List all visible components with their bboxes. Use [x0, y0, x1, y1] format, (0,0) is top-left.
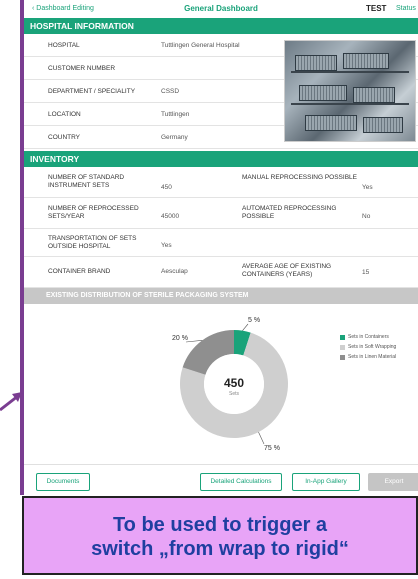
- inventory-row: CONTAINER BRAND Aesculap AVERAGE AGE OF …: [24, 257, 418, 288]
- legend-swatch: [340, 334, 345, 340]
- info-label: HOSPITAL: [48, 42, 80, 49]
- info-label: LOCATION: [48, 111, 81, 118]
- chart-area: 450 Sets 5 % 75 % 20 %: [24, 304, 418, 464]
- page-title: General Dashboard: [184, 4, 258, 13]
- callout-box: To be used to trigger a switch „from wra…: [22, 496, 418, 575]
- status-link[interactable]: Status: [396, 5, 416, 12]
- inventory-heading: INVENTORY: [24, 151, 418, 167]
- inventory-label: NUMBER OF REPROCESSED SETS/YEAR: [48, 205, 139, 220]
- in-app-gallery-button[interactable]: In-App Gallery: [292, 473, 360, 491]
- documents-button[interactable]: Documents: [36, 473, 90, 491]
- center-label: Sets: [229, 391, 240, 397]
- inventory-label: AUTOMATED REPROCESSING POSSIBLE: [242, 205, 337, 220]
- info-label: COUNTRY: [48, 134, 81, 141]
- slice-value-label: 5 %: [248, 317, 260, 324]
- leader-line: [242, 323, 249, 331]
- leader-line: [185, 340, 203, 343]
- inventory-label: MANUAL REPROCESSING POSSIBLE: [242, 174, 357, 181]
- legend-item: Sets in Soft Wrapping: [340, 344, 396, 350]
- inventory-label: AVERAGE AGE OF EXISTING CONTAINERS (YEAR…: [242, 263, 332, 278]
- action-bar: Documents Detailed Calculations In-App G…: [24, 464, 418, 496]
- inventory-value: 15: [362, 269, 370, 276]
- info-value: Germany: [161, 134, 188, 141]
- inventory-value: Aesculap: [161, 268, 188, 275]
- callout-line-2: switch „from wrap to rigid“: [91, 538, 349, 560]
- legend-label: Sets in Containers: [348, 334, 389, 340]
- legend-label: Sets in Soft Wrapping: [348, 344, 397, 350]
- inventory-row: NUMBER OF STANDARD INSTRUMENT SETS 450 M…: [24, 167, 418, 198]
- legend-swatch: [340, 344, 345, 350]
- callout-line-1: To be used to trigger a: [112, 514, 328, 536]
- test-label: TEST: [366, 4, 387, 13]
- inventory-value: 450: [161, 184, 172, 191]
- leader-line: [258, 431, 265, 445]
- distribution-heading: EXISTING DISTRIBUTION OF STERILE PACKAGI…: [24, 288, 418, 304]
- inventory-value: Yes: [362, 184, 373, 191]
- inventory-label: CONTAINER BRAND: [48, 268, 111, 275]
- inventory-row: TRANSPORTATION OF SETS OUTSIDE HOSPITAL …: [24, 229, 418, 257]
- info-value: Tuttlingen: [161, 111, 190, 118]
- top-bar: ‹ Dashboard Editing General Dashboard TE…: [24, 0, 418, 19]
- legend-item: Sets in Containers: [340, 334, 396, 340]
- chart-legend: Sets in Containers Sets in Soft Wrapping…: [340, 334, 396, 364]
- slice-value-label: 20 %: [172, 335, 188, 342]
- slice-value-label: 75 %: [264, 445, 280, 452]
- legend-item: Sets in Linen Material: [340, 354, 396, 360]
- center-value: 450: [224, 376, 244, 390]
- hospital-info-heading: HOSPITAL INFORMATION: [24, 18, 418, 34]
- info-label: DEPARTMENT / SPECIALITY: [48, 88, 136, 95]
- inventory-value: 45000: [161, 213, 180, 220]
- inventory-value: No: [362, 213, 371, 220]
- info-value: Tuttlingen General Hospital: [161, 42, 240, 49]
- legend-label: Sets in Linen Material: [348, 354, 397, 360]
- hospital-photo: [284, 40, 416, 142]
- detailed-calculations-button[interactable]: Detailed Calculations: [200, 473, 282, 491]
- inventory-row: NUMBER OF REPROCESSED SETS/YEAR 45000 AU…: [24, 198, 418, 229]
- inventory-label: NUMBER OF STANDARD INSTRUMENT SETS: [48, 174, 125, 189]
- export-button[interactable]: Export: [368, 473, 418, 491]
- arrow-icon: [0, 392, 22, 412]
- inventory-value: Yes: [161, 242, 172, 249]
- info-label: CUSTOMER NUMBER: [48, 65, 116, 72]
- inventory-label: TRANSPORTATION OF SETS OUTSIDE HOSPITAL: [48, 235, 137, 250]
- info-value: CSSD: [161, 88, 180, 95]
- legend-swatch: [340, 354, 345, 360]
- donut-chart: 450Sets 5 % 75 % 20 %: [172, 317, 288, 452]
